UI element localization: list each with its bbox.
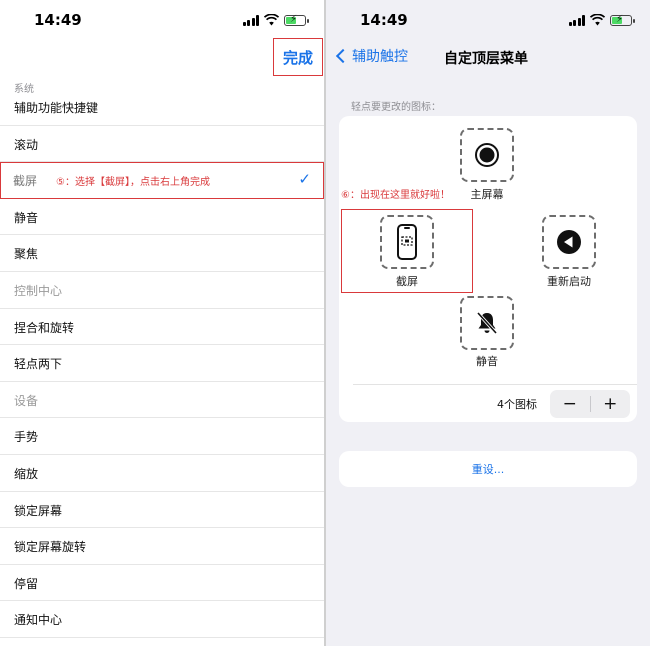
list-item-label: 辅助功能快捷键 [14, 101, 99, 115]
right-panel: 14:49 ⚡ 辅助触控 自定顶层菜单 轻点要更改的图标： 主屏幕 ⑥：出现在这… [326, 0, 650, 646]
status-icons: ⚡ [568, 13, 635, 27]
signal-icon [242, 14, 259, 26]
list-item-screenshot[interactable]: 截屏 ⑤：选择【截屏】，点击右上角完成 ✓ [0, 162, 324, 199]
home-button-icon [475, 143, 499, 167]
increase-button[interactable]: + [591, 390, 631, 418]
screenshot-phone-icon [397, 224, 417, 260]
list-item-notification-center[interactable]: 通知中心 [0, 601, 324, 638]
checkmark-icon: ✓ [298, 170, 311, 189]
annotation-step-6: ⑥：出现在这里就好啦！ [341, 190, 450, 201]
back-button[interactable]: 辅助触控 [334, 46, 408, 66]
list-item-dwell[interactable]: 停留 [0, 565, 324, 602]
icon-count-label: 4个图标 [497, 398, 537, 411]
list-item-label: 截屏 [13, 174, 38, 189]
list-item-label: 停留 [14, 576, 39, 591]
reset-button[interactable]: 重设... [339, 451, 637, 487]
mute-icon-label: 静音 [476, 355, 498, 368]
wifi-icon [264, 14, 279, 26]
list-item-label: 聚焦 [14, 247, 39, 262]
section-header-device: 设备 [0, 382, 324, 419]
status-time: 14:49 [34, 11, 82, 29]
screenshot-icon-slot[interactable] [380, 215, 434, 269]
action-list: 辅助功能快捷键 滚动 截屏 ⑤：选择【截屏】，点击右上角完成 ✓ 静音 聚焦 控… [0, 89, 324, 638]
list-item-label: 手势 [14, 430, 39, 445]
list-item-label: 控制中心 [14, 283, 63, 298]
done-button-highlight: 完成 [273, 38, 323, 76]
list-item-double-tap[interactable]: 轻点两下 [0, 345, 324, 382]
list-item-label: 滚动 [14, 137, 39, 152]
restart-icon [557, 230, 581, 254]
list-item-label: 通知中心 [14, 613, 63, 628]
list-item-focus[interactable]: 聚焦 [0, 235, 324, 272]
battery-icon: ⚡ [610, 14, 635, 26]
mute-icon-slot[interactable] [460, 296, 514, 350]
list-item-lock-rotation[interactable]: 锁定屏幕旋转 [0, 528, 324, 565]
status-bar: 14:49 ⚡ [326, 0, 650, 44]
card-divider [353, 384, 637, 385]
signal-icon [568, 14, 585, 26]
list-item-label: 捏合和旋转 [14, 320, 75, 335]
list-item-lock-screen[interactable]: 锁定屏幕 [0, 492, 324, 529]
battery-icon: ⚡ [284, 14, 309, 26]
annotation-step-5: ⑤：选择【截屏】，点击右上角完成 [56, 177, 210, 189]
list-item-zoom[interactable]: 缩放 [0, 455, 324, 492]
restart-icon-label: 重新启动 [547, 275, 591, 288]
icon-count-stepper: − + [550, 390, 630, 418]
decrease-button[interactable]: − [550, 390, 590, 418]
done-button[interactable]: 完成 [283, 47, 313, 68]
left-panel: 14:49 ⚡ 完成 系统 辅助功能快捷键 滚动 截屏 ⑤：选择【截屏】，点击右… [0, 0, 324, 646]
home-icon-slot[interactable] [460, 128, 514, 182]
restart-icon-slot[interactable] [542, 215, 596, 269]
list-item-accessibility-shortcut[interactable]: 辅助功能快捷键 [0, 89, 324, 126]
status-icons: ⚡ [242, 13, 309, 27]
reset-button-label: 重设... [471, 463, 505, 476]
list-item-scroll[interactable]: 滚动 [0, 126, 324, 163]
list-item-label: 设备 [14, 393, 39, 408]
list-item-pinch-rotate[interactable]: 捏合和旋转 [0, 309, 324, 346]
page-title: 自定顶层菜单 [444, 51, 528, 67]
list-item-label: 缩放 [14, 466, 39, 481]
wifi-icon [590, 14, 605, 26]
list-item-gestures[interactable]: 手势 [0, 418, 324, 455]
top-menu-card: 主屏幕 ⑥：出现在这里就好啦！ 截屏 重新启动 静音 4个图标 − + [339, 116, 637, 422]
mute-bell-icon [476, 311, 498, 335]
home-icon-label: 主屏幕 [470, 188, 504, 201]
screenshot-icon-label: 截屏 [396, 275, 418, 288]
list-item-label: 锁定屏幕旋转 [14, 540, 87, 555]
list-item-label: 轻点两下 [14, 357, 63, 372]
status-time: 14:49 [360, 11, 408, 29]
list-item-mute[interactable]: 静音 [0, 199, 324, 236]
back-button-label: 辅助触控 [352, 49, 408, 65]
hint-text: 轻点要更改的图标： [351, 102, 441, 113]
list-item-label: 锁定屏幕 [14, 503, 63, 518]
chevron-left-icon [335, 48, 351, 64]
section-header-control-center: 控制中心 [0, 272, 324, 309]
list-item-label: 静音 [14, 210, 39, 225]
